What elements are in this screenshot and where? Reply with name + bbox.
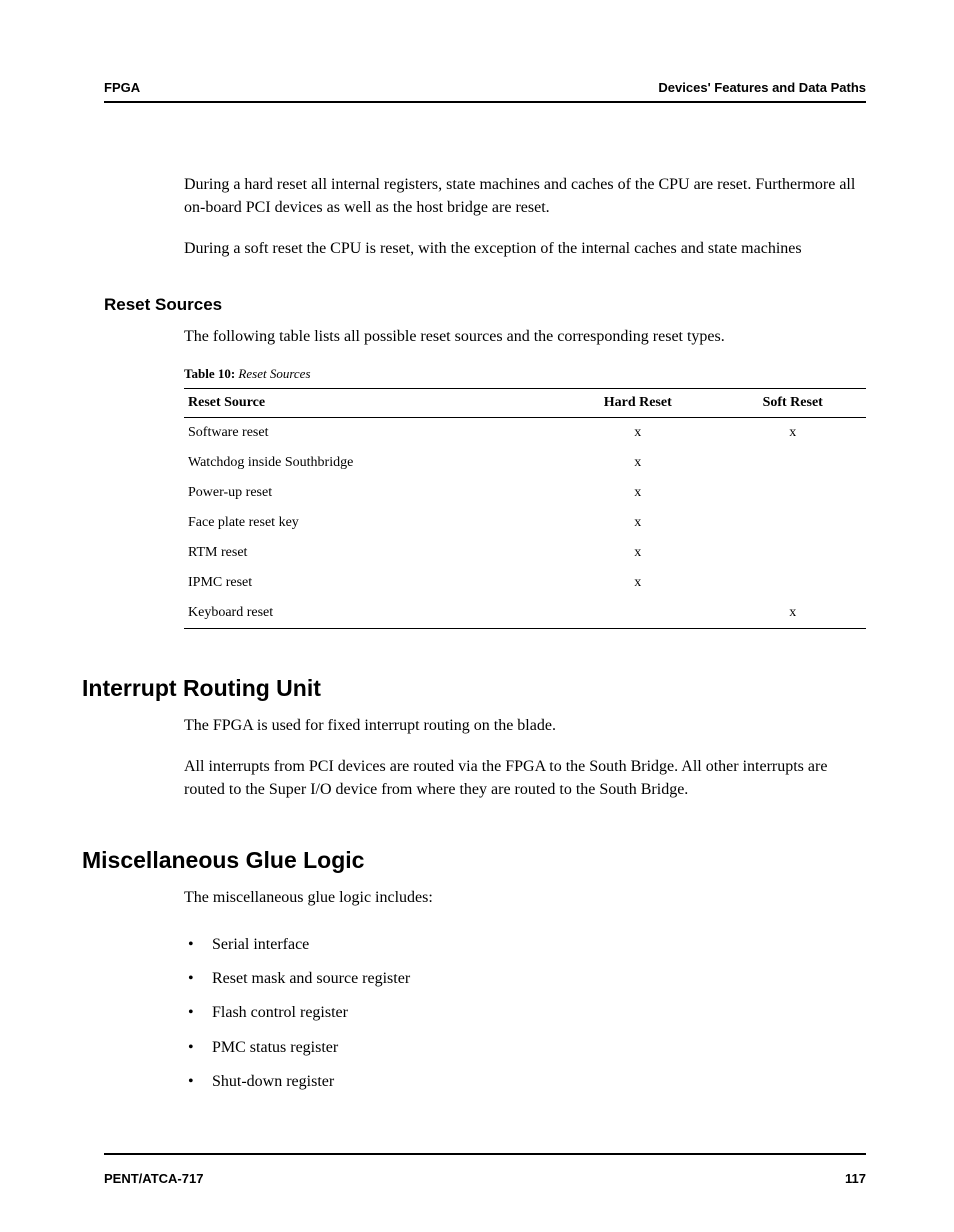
table-row: Keyboard reset x [184, 598, 866, 629]
table-row: Watchdog inside Southbridge x [184, 448, 866, 478]
cell-hard: x [556, 417, 719, 448]
footer-left: PENT/ATCA-717 [104, 1171, 203, 1186]
table-caption-title: Reset Sources [238, 366, 310, 381]
cell-hard: x [556, 568, 719, 598]
cell-soft: x [719, 598, 866, 629]
list-item: Reset mask and source register [184, 962, 866, 996]
col-reset-source: Reset Source [184, 388, 556, 417]
col-hard-reset: Hard Reset [556, 388, 719, 417]
table-row: RTM reset x [184, 538, 866, 568]
cell-soft [719, 538, 866, 568]
cell-soft: x [719, 417, 866, 448]
cell-source: Face plate reset key [184, 508, 556, 538]
section-reset-sources-heading: Reset Sources [104, 295, 866, 315]
cell-soft [719, 568, 866, 598]
header-right: Devices' Features and Data Paths [658, 80, 866, 95]
cell-soft [719, 478, 866, 508]
glue-lead: The miscellaneous glue logic includes: [184, 886, 866, 909]
glue-list: Serial interface Reset mask and source r… [184, 928, 866, 1100]
intro-paragraph-1: During a hard reset all internal registe… [184, 173, 866, 219]
cell-source: IPMC reset [184, 568, 556, 598]
cell-source: Power-up reset [184, 478, 556, 508]
table-row: IPMC reset x [184, 568, 866, 598]
table-row: Power-up reset x [184, 478, 866, 508]
cell-soft [719, 508, 866, 538]
cell-hard: x [556, 448, 719, 478]
list-item: Serial interface [184, 928, 866, 962]
cell-soft [719, 448, 866, 478]
cell-source: Keyboard reset [184, 598, 556, 629]
list-item: PMC status register [184, 1031, 866, 1065]
table-header-row: Reset Source Hard Reset Soft Reset [184, 388, 866, 417]
cell-source: Software reset [184, 417, 556, 448]
cell-source: RTM reset [184, 538, 556, 568]
col-soft-reset: Soft Reset [719, 388, 866, 417]
cell-source: Watchdog inside Southbridge [184, 448, 556, 478]
table-caption: Table 10: Reset Sources [184, 366, 866, 382]
footer-page-number: 117 [845, 1171, 866, 1186]
interrupt-p1: The FPGA is used for fixed interrupt rou… [184, 714, 866, 737]
running-header: FPGA Devices' Features and Data Paths [104, 80, 866, 103]
reset-sources-table: Reset Source Hard Reset Soft Reset Softw… [184, 388, 866, 629]
list-item: Flash control register [184, 996, 866, 1030]
cell-hard [556, 598, 719, 629]
cell-hard: x [556, 508, 719, 538]
table-caption-label: Table 10: [184, 366, 235, 381]
header-left: FPGA [104, 80, 140, 95]
table-row: Face plate reset key x [184, 508, 866, 538]
section-interrupt-heading: Interrupt Routing Unit [82, 675, 866, 702]
section-glue-heading: Miscellaneous Glue Logic [82, 847, 866, 874]
interrupt-p2: All interrupts from PCI devices are rout… [184, 755, 866, 801]
cell-hard: x [556, 478, 719, 508]
table-row: Software reset x x [184, 417, 866, 448]
intro-paragraph-2: During a soft reset the CPU is reset, wi… [184, 237, 866, 260]
reset-sources-lead: The following table lists all possible r… [184, 325, 866, 348]
list-item: Shut-down register [184, 1065, 866, 1099]
cell-hard: x [556, 538, 719, 568]
page-footer: PENT/ATCA-717 117 [104, 1153, 866, 1186]
